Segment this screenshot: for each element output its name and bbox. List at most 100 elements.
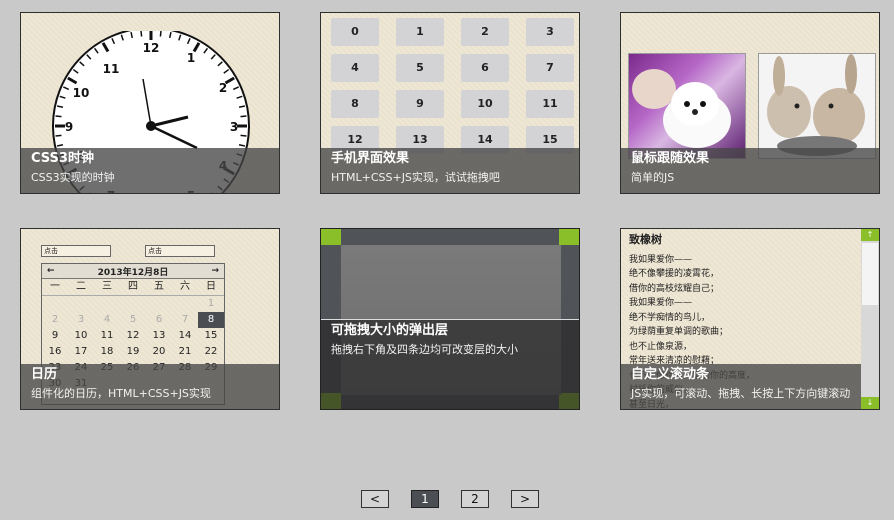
weekday-label: 五 bbox=[154, 281, 164, 292]
clock-number: 2 bbox=[219, 81, 227, 95]
card-resizable-dialog[interactable]: 可拖拽大小的弹出层 拖拽右下角及四条边均可改变层的大小 bbox=[320, 228, 580, 410]
calendar-day[interactable]: 17 bbox=[68, 344, 94, 360]
calendar-day[interactable]: 2 bbox=[42, 312, 68, 328]
prev-month-button[interactable]: ← bbox=[47, 266, 55, 276]
card-subtitle: 简单的JS bbox=[631, 171, 675, 184]
calendar-day bbox=[146, 296, 172, 312]
calendar-day[interactable]: 14 bbox=[172, 328, 198, 344]
card-calendar[interactable]: 点击 点击 ← 2013年12月8日 → 一二三四五六日 1 2 3 4 5 6 7 8 9 10… bbox=[20, 228, 280, 410]
phone-app-icon[interactable]: 2 bbox=[461, 18, 509, 46]
card-caption: 可拖拽大小的弹出层 拖拽右下角及四条边均可改变层的大小 bbox=[321, 319, 579, 409]
calendar-day[interactable]: 3 bbox=[68, 312, 94, 328]
calendar-day[interactable]: 5 bbox=[120, 312, 146, 328]
calendar-day[interactable]: 18 bbox=[94, 344, 120, 360]
clock-tick bbox=[159, 31, 162, 37]
calendar-day[interactable]: 8 bbox=[198, 312, 224, 328]
phone-app-icon[interactable]: 1 bbox=[396, 18, 444, 46]
phone-app-icon[interactable]: 3 bbox=[526, 18, 574, 46]
calendar-day[interactable]: 6 bbox=[146, 312, 172, 328]
phone-app-icon[interactable]: 7 bbox=[526, 54, 574, 82]
clock-tick bbox=[240, 115, 247, 118]
phone-app-icon[interactable]: 10 bbox=[461, 90, 509, 118]
clock-tick bbox=[55, 115, 62, 118]
phone-app-icon[interactable]: 8 bbox=[331, 90, 379, 118]
card-subtitle: CSS3实现的时钟 bbox=[31, 171, 115, 184]
calendar-day[interactable]: 20 bbox=[146, 344, 172, 360]
card-css3-clock[interactable]: 12 1 2 3 4 5 6 7 8 9 10 11 CSS3时钟 CSS3实现… bbox=[20, 12, 280, 194]
card-subtitle: 组件化的日历，HTML+CSS+JS实现 bbox=[31, 387, 211, 400]
poem-line: 为绿荫重复单调的歌曲； bbox=[629, 327, 729, 337]
card-title: 自定义滚动条 bbox=[631, 367, 710, 382]
resize-handle-top-right[interactable] bbox=[559, 229, 579, 245]
calendar-day[interactable]: 15 bbox=[198, 328, 224, 344]
scrollbar-thumb[interactable] bbox=[862, 243, 878, 305]
calendar-day bbox=[94, 296, 120, 312]
card-caption: 手机界面效果 HTML+CSS+JS实现，试试拖拽吧 bbox=[321, 148, 579, 193]
clock-tick bbox=[240, 134, 247, 137]
calendar-day[interactable]: 16 bbox=[42, 344, 68, 360]
date-input-2[interactable]: 点击 bbox=[145, 245, 215, 257]
page-1-button[interactable]: 1 bbox=[411, 490, 439, 508]
clock-number: 3 bbox=[230, 120, 238, 134]
phone-app-icon[interactable]: 4 bbox=[331, 54, 379, 82]
poem-line: 我如果爱你—— bbox=[629, 298, 693, 308]
scroll-up-button[interactable]: ↑ bbox=[861, 229, 879, 241]
weekday-label: 四 bbox=[128, 281, 138, 292]
calendar-day[interactable]: 4 bbox=[94, 312, 120, 328]
prev-page-button[interactable]: < bbox=[361, 490, 389, 508]
rabbit-photo bbox=[758, 53, 876, 159]
card-caption: 自定义滚动条 JS实现，可滚动、拖拽、长按上下方向键滚动 bbox=[621, 364, 861, 409]
poem-line: 我如果爱你—— bbox=[629, 254, 693, 265]
calendar-month-label: 2013年12月8日 bbox=[97, 267, 169, 278]
weekday-label: 六 bbox=[180, 281, 190, 292]
calendar-day bbox=[42, 296, 68, 312]
card-title: 鼠标跟随效果 bbox=[631, 151, 710, 166]
scrollbar-track[interactable]: ↑ ↓ bbox=[861, 229, 879, 409]
page-2-button[interactable]: 2 bbox=[461, 490, 489, 508]
poem-line: 绝不学痴情的鸟儿， bbox=[629, 312, 711, 323]
phone-app-icon[interactable]: 6 bbox=[461, 54, 509, 82]
next-page-button[interactable]: > bbox=[511, 490, 539, 508]
card-title: CSS3时钟 bbox=[31, 151, 94, 166]
dog-photo bbox=[628, 53, 746, 159]
date-input-1[interactable]: 点击 bbox=[41, 245, 111, 257]
calendar-day[interactable]: 10 bbox=[68, 328, 94, 344]
card-mouse-follow[interactable]: 鼠标跟随效果 简单的JS bbox=[620, 12, 880, 194]
calendar-header: ← 2013年12月8日 → bbox=[42, 264, 224, 279]
card-title: 日历 bbox=[31, 367, 58, 382]
calendar-day bbox=[68, 296, 94, 312]
calendar-day[interactable]: 13 bbox=[146, 328, 172, 344]
card-custom-scrollbar[interactable]: 致橡树 我如果爱你—— 绝不像攀援的凌霄花， 借你的高枝炫耀自己； 我如果爱你—— 绝不… bbox=[620, 228, 880, 410]
next-month-button[interactable]: → bbox=[211, 266, 219, 276]
resize-handle-top-left[interactable] bbox=[321, 229, 341, 245]
poem-line: 借你的高枝炫耀自己； bbox=[629, 283, 720, 294]
card-caption: CSS3时钟 CSS3实现的时钟 bbox=[21, 148, 279, 193]
clock-tick bbox=[55, 134, 62, 137]
phone-app-icon[interactable]: 9 bbox=[396, 90, 444, 118]
clock-number: 11 bbox=[103, 62, 120, 76]
clock-number: 1 bbox=[187, 51, 195, 65]
card-phone-ui[interactable]: 0 1 2 3 4 5 6 7 8 9 10 11 12 13 14 15 手机界面效果 HTML+CSS+J… bbox=[320, 12, 580, 194]
calendar-day[interactable]: 11 bbox=[94, 328, 120, 344]
clock-number: 9 bbox=[65, 120, 73, 134]
card-title: 可拖拽大小的弹出层 bbox=[331, 323, 449, 338]
calendar-day[interactable]: 22 bbox=[198, 344, 224, 360]
clock-tick bbox=[211, 192, 213, 193]
calendar-day[interactable]: 9 bbox=[42, 328, 68, 344]
card-subtitle: JS实现，可滚动、拖拽、长按上下方向键滚动 bbox=[631, 387, 851, 400]
scroll-down-button[interactable]: ↓ bbox=[861, 397, 879, 409]
phone-app-icon[interactable]: 5 bbox=[396, 54, 444, 82]
weekday-label: 三 bbox=[102, 281, 112, 292]
calendar-day[interactable]: 7 bbox=[172, 312, 198, 328]
card-caption: 日历 组件化的日历，HTML+CSS+JS实现 bbox=[21, 364, 279, 409]
card-subtitle: HTML+CSS+JS实现，试试拖拽吧 bbox=[331, 171, 500, 184]
phone-app-icon[interactable]: 0 bbox=[331, 18, 379, 46]
calendar-day[interactable]: 21 bbox=[172, 344, 198, 360]
weekday-row: 一二三四五六日 bbox=[42, 279, 224, 296]
phone-app-icon[interactable]: 11 bbox=[526, 90, 574, 118]
calendar-day[interactable]: 12 bbox=[120, 328, 146, 344]
clock-tick bbox=[140, 31, 143, 37]
calendar-day[interactable]: 1 bbox=[198, 296, 224, 312]
calendar-day[interactable]: 19 bbox=[120, 344, 146, 360]
weekday-label: 日 bbox=[206, 281, 216, 292]
